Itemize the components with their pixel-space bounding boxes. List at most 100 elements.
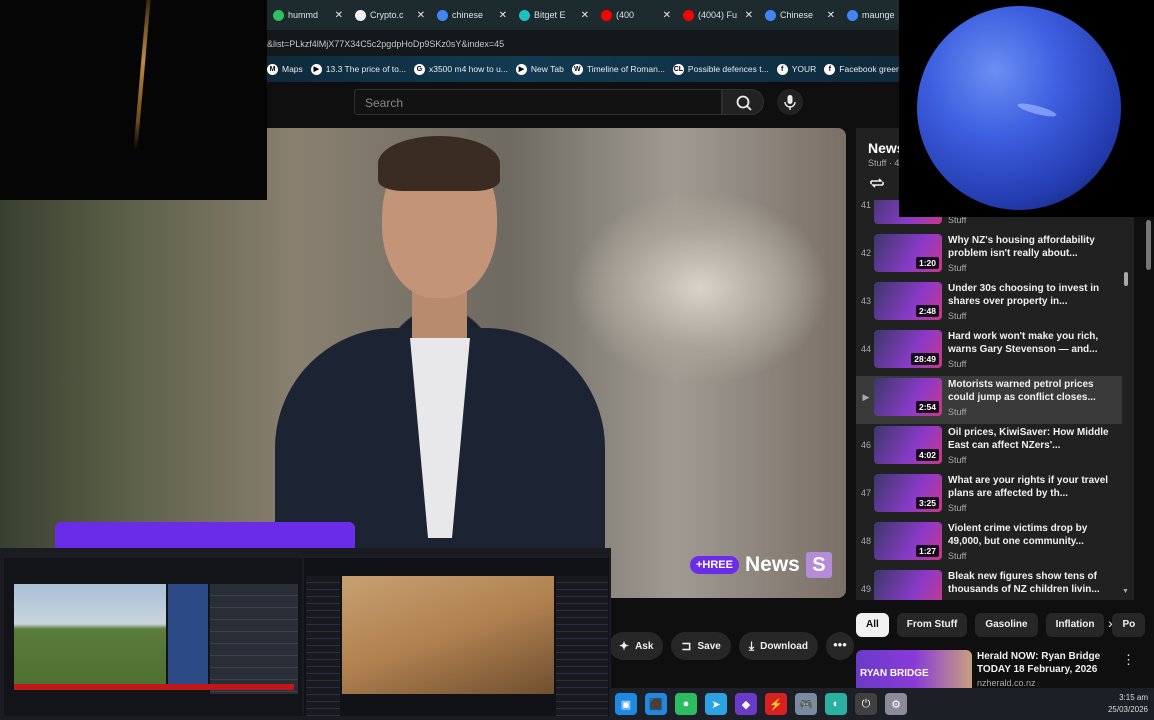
filter-chip[interactable]: All bbox=[856, 613, 889, 637]
browser-tab[interactable]: chinese ✕ bbox=[431, 2, 513, 28]
bookmark-icon: f bbox=[824, 63, 836, 75]
playlist-item[interactable]: 49 Bleak new figures show tens of thousan… bbox=[856, 568, 1122, 600]
system-clock[interactable]: 3:15 am 25/03/2026 bbox=[1108, 692, 1148, 716]
page-scrollbar[interactable] bbox=[1144, 200, 1154, 600]
taskbar-app-icon[interactable]: ◐ bbox=[825, 693, 847, 715]
taskbar-app-icon[interactable]: ⚡ bbox=[765, 693, 787, 715]
close-icon[interactable]: ✕ bbox=[335, 10, 343, 21]
playlist-video-title[interactable]: Bleak new figures show tens of thousands… bbox=[948, 570, 1116, 596]
bookmark-item[interactable]: ▶ 13.3 The price of to... bbox=[310, 63, 406, 75]
presenter-hair bbox=[378, 136, 500, 191]
taskbar-preview-overlay[interactable] bbox=[0, 548, 611, 720]
playlist-scrollbar[interactable]: ▼ bbox=[1122, 200, 1130, 598]
ask-button[interactable]: ✦ Ask bbox=[609, 632, 664, 660]
bookmark-icon: ▶ bbox=[515, 63, 527, 75]
playlist-video-title[interactable]: Why NZ's housing affordability problem i… bbox=[948, 234, 1116, 260]
bookmark-item[interactable]: ▶ New Tab bbox=[515, 63, 564, 75]
page-scroll-thumb[interactable] bbox=[1146, 220, 1151, 270]
bookmark-label: x3500 m4 how to u... bbox=[428, 64, 508, 74]
browser-tab[interactable]: (400 ✕ bbox=[595, 2, 677, 28]
related-title[interactable]: Herald NOW: Ryan Bridge TODAY 18 Februar… bbox=[977, 650, 1127, 676]
filter-chip[interactable]: Inflation bbox=[1045, 613, 1105, 637]
playlist-video-title[interactable]: Motorists warned petrol prices could jum… bbox=[948, 378, 1116, 404]
loop-icon[interactable] bbox=[868, 176, 886, 190]
browser-tab[interactable]: (4004) Fu ✕ bbox=[677, 2, 759, 28]
playlist-item[interactable]: 48 1:27 Violent crime victims drop by 49,0… bbox=[856, 520, 1122, 568]
playlist-index: 46 bbox=[860, 440, 871, 450]
bookmark-item[interactable]: CL Possible defences t... bbox=[672, 63, 769, 75]
related-channel[interactable]: nzherald.co.nz bbox=[977, 678, 1036, 688]
playlist-item[interactable]: 46 4:02 Oil prices, KiwiSaver: How Middle … bbox=[856, 424, 1122, 472]
taskbar-app-icon[interactable]: ⚙ bbox=[885, 693, 907, 715]
playlist-video-title[interactable]: Hard work won't make you rich, warns Gar… bbox=[948, 330, 1116, 356]
playlist-item[interactable]: 47 3:25 What are your rights if your trave… bbox=[856, 472, 1122, 520]
playlist-item[interactable]: 43 2:48 Under 30s choosing to invest in sh… bbox=[856, 280, 1122, 328]
taskbar-app-icon[interactable]: ◆ bbox=[735, 693, 757, 715]
bookmark-item[interactable]: W Timeline of Roman... bbox=[571, 63, 665, 75]
bookmark-label: 13.3 The price of to... bbox=[325, 64, 406, 74]
playlist-item[interactable]: 42 1:20 Why NZ's housing affordability pro… bbox=[856, 232, 1122, 280]
preview-left-panel bbox=[306, 576, 340, 716]
close-icon[interactable]: ✕ bbox=[581, 10, 589, 21]
playlist-thumbnail[interactable]: 2:54 bbox=[874, 378, 942, 416]
save-button[interactable]: ⊐ Save bbox=[671, 632, 731, 660]
bookmark-item[interactable]: M Maps bbox=[267, 63, 303, 75]
playlist-thumbnail[interactable]: 1:20 bbox=[874, 234, 942, 272]
preview-sidebar-blue bbox=[168, 584, 208, 684]
related-thumbnail[interactable]: RYAN BRIDGE bbox=[856, 650, 972, 690]
address-bar[interactable]: &list=PLkzf4lMjX77X34C5c2pgdpHoDp9SKz0sY… bbox=[267, 30, 899, 56]
planet-overlay-window bbox=[899, 0, 1154, 217]
more-icon: ••• bbox=[833, 637, 847, 652]
playlist-thumbnail[interactable]: 28:49 bbox=[874, 330, 942, 368]
taskbar-app-icon[interactable]: ▣ bbox=[615, 693, 637, 715]
search-button[interactable] bbox=[722, 89, 764, 115]
download-button[interactable]: ⤓ Download bbox=[738, 632, 818, 660]
playlist-video-title[interactable]: Under 30s choosing to invest in shares o… bbox=[948, 282, 1116, 308]
taskbar-app-icon[interactable]: ⏻ bbox=[855, 693, 877, 715]
preview-video-list bbox=[210, 584, 298, 694]
close-icon[interactable]: ✕ bbox=[663, 10, 671, 21]
taskbar-app-icon[interactable]: ⬛ bbox=[645, 693, 667, 715]
playlist-scroll-thumb[interactable] bbox=[1124, 272, 1128, 286]
playlist-video-title[interactable]: Oil prices, KiwiSaver: How Middle East c… bbox=[948, 426, 1116, 452]
playlist-index: 42 bbox=[860, 248, 871, 258]
bookmark-item[interactable]: Gx3500 m4 how to u... bbox=[413, 63, 508, 75]
playlist-thumbnail[interactable]: 4:02 bbox=[874, 426, 942, 464]
more-actions-button[interactable]: ••• bbox=[825, 632, 854, 660]
browser-tab[interactable]: maunge✕ bbox=[841, 2, 899, 28]
youtube-header: Search bbox=[267, 82, 899, 128]
chevron-right-icon[interactable]: › bbox=[1108, 615, 1113, 631]
playlist-item[interactable]: 44 28:49 Hard work won't make you rich, wa… bbox=[856, 328, 1122, 376]
related-video-card[interactable]: RYAN BRIDGE Herald NOW: Ryan Bridge TODA… bbox=[856, 648, 1154, 690]
filter-chip[interactable]: From Stuff bbox=[896, 613, 968, 637]
voice-search-button[interactable] bbox=[777, 89, 803, 115]
browser-tab[interactable]: hummd ✕ bbox=[267, 2, 349, 28]
taskbar-app-icon[interactable]: ➤ bbox=[705, 693, 727, 715]
playlist-video-title[interactable]: What are your rights if your travel plan… bbox=[948, 474, 1116, 500]
close-icon[interactable]: ✕ bbox=[417, 10, 425, 21]
search-input[interactable]: Search bbox=[354, 89, 722, 115]
close-icon[interactable]: ✕ bbox=[499, 10, 507, 21]
bookmark-item[interactable]: f Facebook green bbox=[824, 63, 899, 75]
bookmark-icon: CL bbox=[672, 63, 684, 75]
filter-chip[interactable]: Gasoline bbox=[975, 613, 1038, 637]
filter-chip[interactable]: Po bbox=[1112, 613, 1146, 637]
bookmark-item[interactable]: f YOUR bbox=[776, 63, 816, 75]
playlist-thumbnail[interactable]: 1:27 bbox=[874, 522, 942, 560]
browser-tab[interactable]: Crypto.c ✕ bbox=[349, 2, 431, 28]
close-icon[interactable]: ✕ bbox=[827, 10, 835, 21]
taskbar-app-icon[interactable]: 🎮 bbox=[795, 693, 817, 715]
duration-badge: 1:20 bbox=[915, 257, 939, 269]
scroll-down-arrow[interactable]: ▼ bbox=[1122, 588, 1129, 595]
playlist-thumbnail[interactable] bbox=[874, 570, 942, 600]
playlist-item[interactable]: ▶ 2:54 Motorists warned petrol prices coul… bbox=[856, 376, 1122, 424]
close-icon[interactable]: ✕ bbox=[745, 10, 753, 21]
browser-tab[interactable]: Chinese ✕ bbox=[759, 2, 841, 28]
browser-tab[interactable]: Bitget E ✕ bbox=[513, 2, 595, 28]
kebab-menu-icon[interactable]: ⋮ bbox=[1122, 652, 1135, 668]
playlist-video-title[interactable]: Violent crime victims drop by 49,000, bu… bbox=[948, 522, 1116, 548]
tab-label: maunge bbox=[862, 10, 895, 20]
playlist-thumbnail[interactable]: 2:48 bbox=[874, 282, 942, 320]
playlist-thumbnail[interactable]: 3:25 bbox=[874, 474, 942, 512]
taskbar-app-icon[interactable]: ● bbox=[675, 693, 697, 715]
